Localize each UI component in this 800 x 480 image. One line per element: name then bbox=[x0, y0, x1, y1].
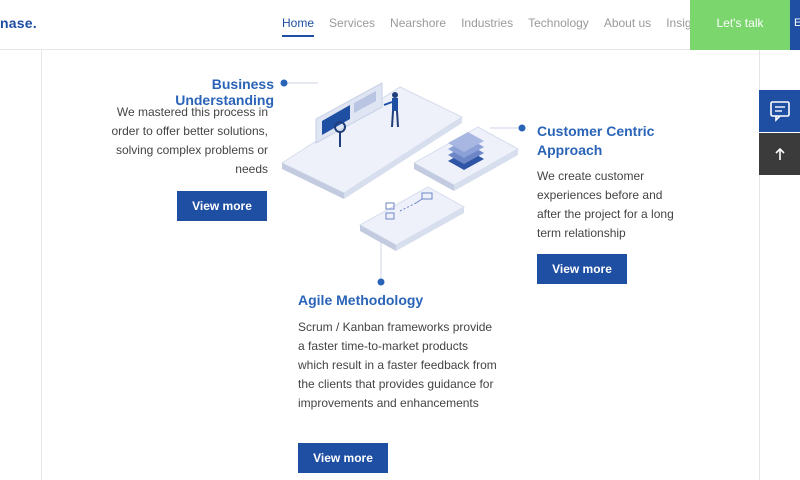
agile-methodology-text: Scrum / Kanban frameworks provide a fast… bbox=[298, 320, 497, 410]
platform-agile bbox=[358, 186, 466, 251]
connector-dot-customer bbox=[518, 124, 526, 132]
nav-link-services[interactable]: Services bbox=[329, 0, 375, 50]
logo[interactable]: nase. bbox=[0, 15, 37, 31]
process-illustration bbox=[280, 79, 526, 286]
connector-dot-agile bbox=[377, 278, 385, 286]
nav-link-industries[interactable]: Industries bbox=[461, 0, 513, 50]
scroll-to-top-button[interactable] bbox=[759, 133, 800, 175]
nav-link-nearshore[interactable]: Nearshore bbox=[390, 0, 446, 50]
agile-methodology-title: Agile Methodology bbox=[298, 292, 424, 308]
connector-dot-business bbox=[280, 79, 288, 87]
lets-talk-button[interactable]: Let's talk bbox=[690, 0, 790, 50]
business-understanding-text: We mastered this process in order to off… bbox=[111, 105, 268, 176]
customer-centric-text: We create customer experiences before an… bbox=[537, 169, 674, 240]
agile-view-more-button[interactable]: View more bbox=[298, 443, 388, 473]
nav-link-technology[interactable]: Technology bbox=[528, 0, 589, 50]
logo-text: nase bbox=[0, 15, 33, 31]
content-border-left bbox=[41, 50, 42, 480]
customer-centric-title: Customer Centric Approach bbox=[537, 123, 655, 158]
chat-button[interactable] bbox=[759, 90, 800, 132]
customer-view-more-button[interactable]: View more bbox=[537, 254, 627, 284]
chat-icon bbox=[769, 101, 790, 122]
top-navigation: nase. Home Services Nearshore Industries… bbox=[0, 0, 800, 50]
nav-links: Home Services Nearshore Industries Techn… bbox=[282, 0, 723, 50]
business-view-more-button[interactable]: View more bbox=[177, 191, 267, 221]
arrow-up-icon bbox=[774, 147, 785, 160]
logo-dot: . bbox=[32, 15, 37, 31]
nav-link-home[interactable]: Home bbox=[282, 0, 315, 50]
nav-link-about-us[interactable]: About us bbox=[604, 0, 651, 50]
secondary-nav-button[interactable]: E bbox=[790, 0, 800, 50]
